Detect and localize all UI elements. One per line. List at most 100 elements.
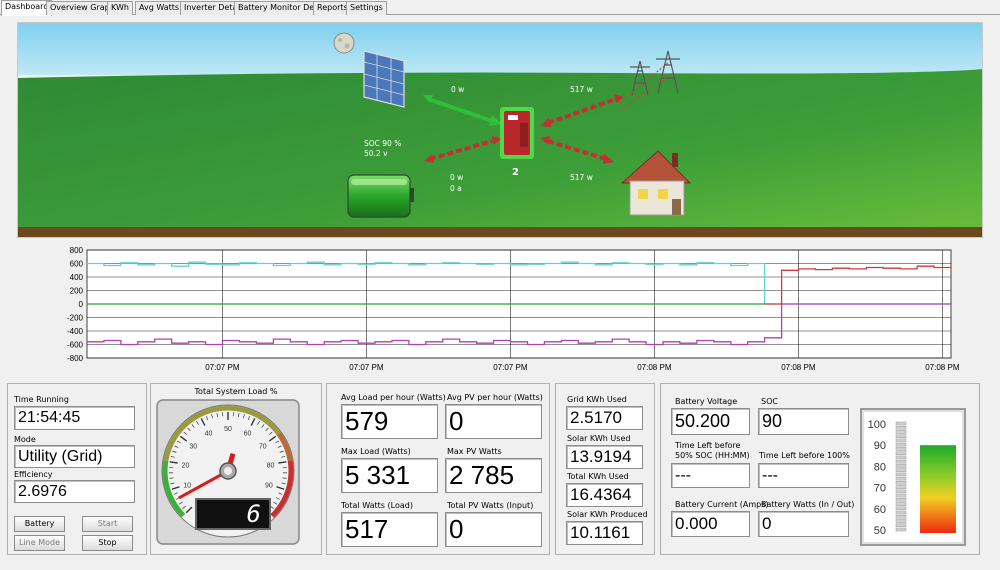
gauge-tick-label: 50 — [224, 426, 232, 433]
soc-tick-label: 70 — [874, 483, 886, 495]
watts-panel: Avg Load per hour (Watts) 579 Avg PV per… — [326, 383, 550, 555]
solar-kwh-produced-value: 10.1161 — [566, 521, 643, 545]
gauge-hub-cap — [224, 467, 232, 475]
soc-scale-step — [895, 438, 907, 443]
soc-tick-label: 60 — [874, 504, 886, 516]
gauge-tick — [169, 477, 174, 479]
grid-watts-label: 517 w — [570, 85, 593, 94]
total-kwh-value: 16.4364 — [566, 483, 643, 507]
soc-meter: 100 90 80 70 60 50 — [860, 408, 966, 546]
x-tick-label: 07:08 PM — [781, 363, 816, 372]
soc-tick-label: 50 — [874, 525, 886, 537]
line-mode-button[interactable]: Line Mode — [14, 535, 65, 551]
soc-scale-step — [895, 493, 907, 498]
soc-scale-step — [895, 472, 907, 477]
y-tick-label: 400 — [70, 273, 84, 282]
load-gauge-panel: Total System Load % 01020304050607080901… — [150, 383, 322, 555]
tab-kwh[interactable]: KWh — [107, 1, 133, 15]
gauge-tick — [282, 477, 287, 479]
avg-load-label: Avg Load per hour (Watts) — [341, 393, 446, 402]
inverter-count-label: 2 — [512, 167, 519, 178]
x-tick-label: 07:07 PM — [493, 363, 528, 372]
efficiency-label: Efficiency — [14, 470, 53, 479]
battery-watts-label: 0 w — [450, 173, 464, 182]
soc-scale-step — [895, 506, 907, 511]
stop-button[interactable]: Stop — [82, 535, 133, 551]
soc-tick-label: 100 — [868, 419, 886, 431]
battery-watts-value: 0 — [758, 511, 849, 537]
start-button[interactable]: Start — [82, 516, 133, 532]
soc-scale-step — [895, 515, 907, 519]
soc-scale-step — [895, 464, 907, 468]
gauge-title: Total System Load % — [194, 387, 278, 396]
gauge-tick-label: 60 — [244, 431, 252, 438]
soc-tick-label: 90 — [874, 440, 886, 452]
soc-scale-step — [895, 502, 907, 506]
total-watts-value: 517 — [341, 512, 438, 547]
gauge-tick-label: 40 — [205, 431, 213, 438]
soc-value: 90 — [758, 408, 849, 435]
time-left-50-label-line2: 50% SOC (HH:MM) — [675, 451, 750, 460]
solar-panel-icon — [363, 50, 405, 108]
battery-current-value: 0.000 — [671, 511, 750, 537]
mode-value: Utility (Grid) — [14, 445, 135, 468]
soc-tick-label: 80 — [874, 461, 886, 473]
soc-scale-step — [895, 527, 907, 532]
x-tick-label: 07:07 PM — [349, 363, 384, 372]
y-tick-label: 200 — [70, 287, 84, 296]
avg-pv-label: Avg PV per hour (Watts) — [447, 393, 543, 402]
time-left-50-value: --- — [671, 463, 750, 488]
soc-scale-step — [895, 421, 907, 426]
time-left-100-label: Time Left before 100% — [759, 451, 850, 460]
time-running-value: 21:54:45 — [14, 406, 135, 430]
soc-scale-step — [895, 481, 907, 485]
y-tick-label: -800 — [67, 354, 84, 363]
total-pv-value: 0 — [445, 512, 542, 547]
x-tick-label: 07:08 PM — [637, 363, 672, 372]
gauge-tick-label: 10 — [183, 482, 191, 489]
grid-kwh-value: 2.5170 — [566, 406, 643, 430]
soc-scale-step — [895, 425, 907, 430]
tab-dashboard[interactable]: Dashboard — [1, 0, 53, 16]
soc-scale-step — [895, 523, 907, 528]
solar-kwh-used-value: 13.9194 — [566, 445, 643, 469]
soc-scale-step — [895, 510, 907, 515]
soc-scale-step — [895, 459, 907, 464]
battery-voltage-label: Battery Voltage — [675, 397, 738, 406]
total-kwh-label: Total KWh Used — [567, 472, 629, 481]
soc-scale-step — [895, 519, 907, 523]
soc-scale-step — [895, 447, 907, 451]
mode-label: Mode — [14, 435, 36, 444]
max-pv-value: 2 785 — [445, 458, 542, 493]
battery-panel: Battery Voltage 50.200 SOC 90 Time Left … — [660, 383, 980, 555]
battery-amps-label: 0 a — [450, 184, 462, 193]
solar-kwh-used-label: Solar KWh Used — [567, 434, 631, 443]
gauge-tick-label: 20 — [182, 462, 190, 469]
soc-scale-step — [895, 498, 907, 502]
soc-level-bar — [920, 445, 956, 533]
soc-scale-step — [895, 442, 907, 447]
tab-settings[interactable]: Settings — [346, 1, 387, 15]
y-tick-label: -600 — [67, 341, 84, 350]
chart-svg: 800 600 400 200 0 -200 -400 -600 -800 07:07 PM 07:… — [67, 246, 960, 372]
max-pv-label: Max PV Watts — [447, 447, 502, 456]
battery-button[interactable]: Battery — [14, 516, 65, 532]
y-tick-label: 800 — [70, 246, 84, 255]
x-tick-label: 07:08 PM — [925, 363, 960, 372]
battery-current-label: Battery Current (Amps) — [675, 500, 769, 509]
kwh-panel: Grid KWh Used 2.5170 Solar KWh Used 13.9… — [555, 383, 655, 555]
soc-scale-step — [895, 468, 907, 472]
scene-graphic — [18, 23, 982, 237]
y-tick-label: 600 — [70, 260, 84, 269]
total-pv-label: Total PV Watts (Input) — [447, 501, 534, 510]
soc-scale-step — [895, 455, 907, 460]
soc-label: SOC 90 % — [364, 139, 402, 148]
tab-avg-watts[interactable]: Avg Watts — [135, 1, 184, 15]
gauge-tick-label: 90 — [265, 482, 273, 489]
gauge-tick-label: 80 — [267, 462, 275, 469]
total-watts-label: Total Watts (Load) — [341, 501, 413, 510]
soc-scale-step — [895, 451, 907, 455]
grid-kwh-label: Grid KWh Used — [567, 395, 627, 404]
soc-scale-step — [895, 476, 907, 481]
battery-voltage-value: 50.200 — [671, 408, 750, 435]
